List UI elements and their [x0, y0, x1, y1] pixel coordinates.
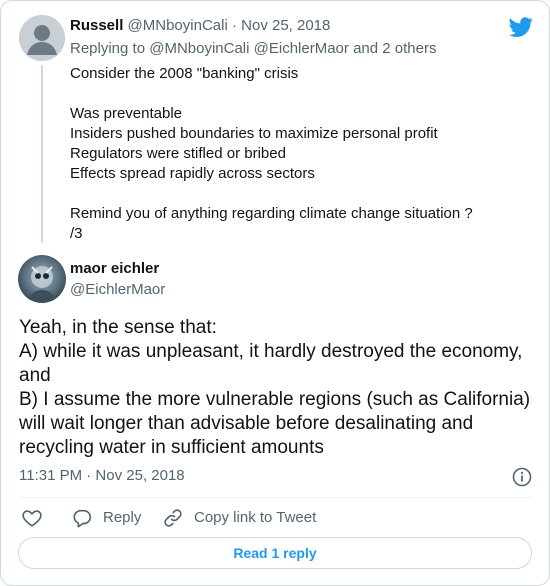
replying-suffix[interactable]: and 2 others	[353, 40, 436, 57]
reply-label: Reply	[103, 509, 142, 526]
replying-prefix: Replying to	[70, 40, 146, 57]
parent-text-line: /3	[70, 225, 83, 242]
parent-text-line: Remind you of anything regarding climate…	[70, 205, 473, 222]
parent-text-line: Was preventable	[70, 105, 183, 122]
reply-bubble-icon	[73, 509, 92, 528]
copy-link-button[interactable]: Copy link to Tweet	[162, 507, 316, 529]
replying-to: Replying to @MNboyinCali @EichlerMaor an…	[70, 40, 436, 58]
author-name[interactable]: maor eichler	[70, 260, 159, 278]
read-replies-label: Read 1 reply	[233, 545, 317, 561]
thread-line	[41, 65, 43, 243]
author-handle[interactable]: @EichlerMaor	[70, 281, 165, 299]
like-button[interactable]	[21, 507, 43, 529]
tweet-timestamp[interactable]: 11:31 PM · Nov 25, 2018	[19, 467, 185, 485]
reply-button[interactable]: Reply	[71, 507, 141, 529]
tweet-text-line: Yeah, in the sense that:	[19, 317, 217, 338]
copy-link-label: Copy link to Tweet	[194, 509, 317, 526]
parent-author-handle[interactable]: @MNboyinCali	[128, 17, 228, 34]
tweet-text: Yeah, in the sense that: A) while it was…	[19, 316, 534, 460]
parent-tweet-text: Consider the 2008 "banking" crisis Was p…	[70, 64, 510, 244]
parent-header: Russell @MNboyinCali · Nov 25, 2018	[70, 17, 330, 35]
twitter-bird-icon[interactable]	[509, 15, 533, 39]
parent-date[interactable]: Nov 25, 2018	[241, 17, 330, 34]
read-replies-button[interactable]: Read 1 reply	[18, 537, 532, 569]
default-avatar-icon	[19, 15, 65, 61]
divider	[19, 497, 533, 498]
parent-text-line: Regulators were stifled or bribed	[70, 145, 286, 162]
parent-text-line: Insiders pushed boundaries to maximize p…	[70, 125, 438, 142]
tweet-text-line: B) I assume the more vulnerable regions …	[19, 389, 531, 458]
parent-avatar[interactable]	[19, 15, 65, 61]
parent-text-line	[70, 84, 510, 104]
heart-icon	[22, 510, 42, 527]
parent-text-line	[70, 184, 510, 204]
parent-separator: ·	[231, 17, 237, 34]
parent-text-line: Effects spread rapidly across sectors	[70, 165, 315, 182]
tweet-card: Russell @MNboyinCali · Nov 25, 2018 Repl…	[0, 0, 550, 586]
author-avatar[interactable]	[18, 255, 66, 303]
parent-text-line: Consider the 2008 "banking" crisis	[70, 65, 299, 82]
tweet-text-line: A) while it was unpleasant, it hardly de…	[19, 341, 523, 386]
replying-handles[interactable]: @MNboyinCali @EichlerMaor	[149, 40, 349, 57]
parent-author-name[interactable]: Russell	[70, 17, 123, 34]
info-icon[interactable]	[511, 466, 533, 488]
link-icon	[164, 509, 182, 527]
avatar-image	[18, 255, 66, 303]
